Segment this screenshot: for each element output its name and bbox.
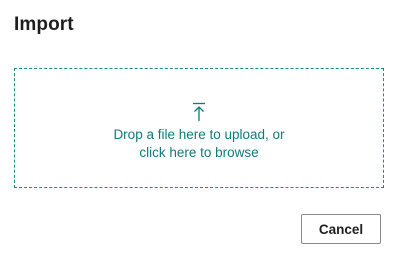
file-dropzone[interactable]: Drop a file here to upload, or click her… [14, 68, 384, 188]
dropzone-browse-link[interactable]: click here to browse [113, 144, 284, 162]
dropzone-line-1: Drop a file here to upload, or [113, 127, 285, 142]
import-dialog: Import Drop a file here to upload, or cl… [0, 0, 404, 261]
dropzone-text: Drop a file here to upload, or click her… [113, 126, 284, 162]
upload-arrow-icon [193, 102, 205, 121]
cancel-button[interactable]: Cancel [301, 214, 381, 244]
dialog-title: Import [14, 14, 74, 35]
